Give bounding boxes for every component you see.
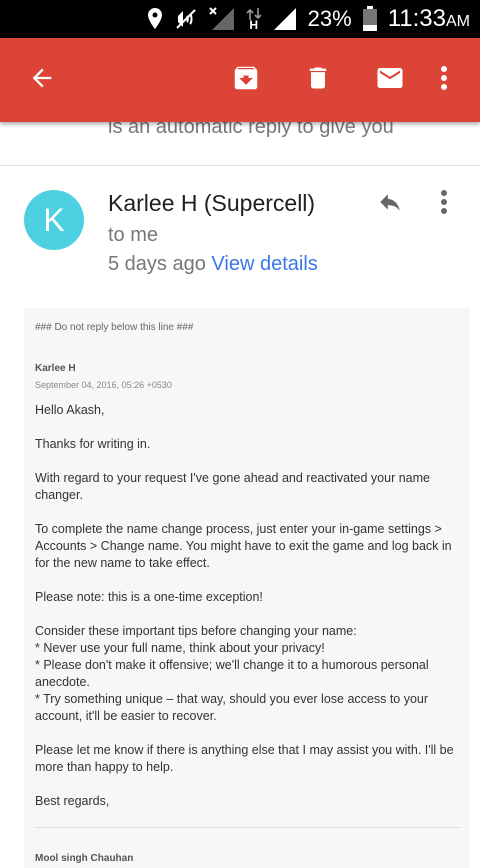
tips-block: Consider these important tips before cha… — [35, 623, 463, 725]
previous-message-snippet: is an automatic reply to give you — [108, 122, 394, 138]
mark-unread-button[interactable] — [362, 38, 418, 122]
body-paragraph: Please note: this is a one-time exceptio… — [35, 590, 263, 604]
back-button[interactable] — [14, 38, 70, 122]
network-type-label: H — [249, 18, 258, 32]
message-body: ### Do not reply below this line ### Kar… — [24, 308, 470, 868]
trash-icon — [304, 63, 332, 98]
battery-icon — [362, 6, 378, 32]
body-paragraph: Hello Akash, — [35, 403, 105, 417]
more-vert-icon — [440, 189, 448, 220]
mute-icon — [174, 7, 198, 31]
tips-intro: Consider these important tips before cha… — [35, 624, 357, 638]
clock-ampm: AM — [446, 13, 470, 30]
tip-item: * Please don't make it offensive; we'll … — [35, 658, 429, 689]
clock-time: 11:33 — [387, 5, 446, 32]
message-header: K Karlee H (Supercell) to me 5 days ago … — [0, 166, 480, 296]
previous-message-preview[interactable]: is an automatic reply to give you — [0, 122, 480, 166]
location-icon — [146, 7, 164, 31]
reply-button[interactable] — [368, 184, 412, 224]
body-paragraph: Thanks for writing in. — [35, 437, 151, 451]
signal-icon — [272, 6, 298, 32]
tip-item: * Never use your full name, think about … — [35, 641, 325, 655]
body-paragraph: With regard to your request I've gone ah… — [35, 471, 430, 502]
sender-name: Karlee H (Supercell) — [108, 190, 316, 216]
recipient-line: to me — [108, 224, 159, 246]
signal-off-icon — [208, 6, 236, 32]
reply-author: Karlee H — [35, 363, 76, 374]
signature-name: Mool singh Chauhan — [35, 853, 134, 864]
reply-date: September 04, 2016, 05:26 +0530 — [35, 380, 172, 390]
tip-item: * Try something unique – that way, shoul… — [35, 692, 429, 723]
arrow-back-icon — [28, 64, 56, 97]
view-details-link[interactable]: View details — [211, 253, 317, 275]
do-not-reply-line: ### Do not reply below this line ### — [35, 322, 194, 333]
delete-button[interactable] — [290, 38, 346, 122]
body-paragraph: To complete the name change process, jus… — [35, 522, 452, 570]
archive-button[interactable] — [218, 38, 274, 122]
app-toolbar — [0, 38, 480, 122]
reply-icon — [375, 189, 405, 220]
data-arrows-icon: H — [246, 8, 262, 32]
body-paragraph: Best regards, — [35, 794, 110, 808]
timestamp-line: 5 days ago View details — [108, 253, 318, 276]
battery-percent: 23% — [307, 6, 352, 31]
more-options-button[interactable] — [416, 38, 472, 122]
mail-icon — [373, 63, 407, 98]
clock: 11:33AM — [388, 5, 470, 33]
body-paragraph: Please let me know if there is anything … — [35, 743, 454, 774]
status-bar: H 23% 11:33AM — [0, 0, 480, 38]
avatar-letter: K — [43, 201, 65, 238]
status-bar-right: H 23% 11:33AM — [146, 0, 470, 38]
time-ago: 5 days ago — [108, 253, 206, 275]
signature-divider — [35, 827, 460, 828]
message-more-button[interactable] — [424, 184, 464, 224]
more-vert-icon — [440, 65, 448, 96]
archive-icon — [231, 63, 261, 98]
message-body-content: ### Do not reply below this line ### Kar… — [35, 319, 463, 867]
avatar[interactable]: K — [24, 190, 84, 250]
